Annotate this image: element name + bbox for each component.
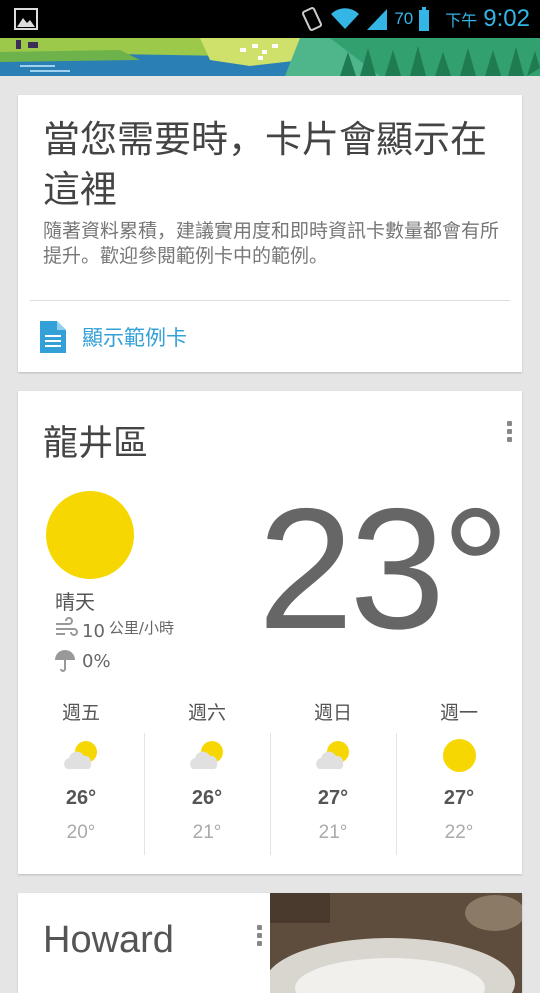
current-temperature: 23° (257, 473, 510, 665)
wind-info: 10 公里/小時 (54, 617, 174, 642)
overflow-dot (256, 933, 262, 938)
gallery-notification-icon (14, 8, 38, 30)
clock-ampm: 下午 (445, 13, 478, 30)
empty-card-title: 當您需要時，卡片會顯示在這裡 (43, 118, 487, 211)
wifi-icon (331, 8, 360, 30)
precipitation-chance: 0% (82, 650, 111, 672)
overflow-dot (506, 421, 512, 426)
precipitation-info: 0% (54, 649, 111, 673)
show-sample-cards-label: 顯示範例卡 (82, 326, 187, 350)
contact-name: Howard (43, 919, 174, 961)
wind-speed: 10 (82, 621, 105, 642)
forecast-low: 21° (192, 822, 222, 843)
forecast-day: 週六 26° 21° (144, 701, 270, 861)
forecast-row: 週五 26° 20° 週六 26° 21° 週日 27° 21° 週一 27° … (18, 701, 522, 861)
partly-cloudy-icon (64, 741, 97, 769)
forecast-low: 22° (444, 822, 474, 843)
battery-percent: 70 (394, 9, 414, 28)
overflow-dot (506, 437, 512, 442)
forecast-low: 21° (318, 822, 348, 843)
card-divider (30, 300, 510, 301)
status-bar: 70 下午 9:02 (0, 0, 540, 38)
partly-cloudy-icon (316, 741, 349, 769)
forecast-high: 27° (317, 787, 349, 809)
weather-location: 龍井區 (43, 424, 149, 464)
overflow-dot (256, 941, 262, 946)
overflow-dot (506, 429, 512, 434)
empty-state-card: 當您需要時，卡片會顯示在這裡 隨著資料累積，建議實用度和即時資訊卡數量都會有所提… (18, 95, 522, 372)
wind-unit: 公里/小時 (108, 619, 174, 637)
sunny-icon (442, 738, 476, 772)
clock-time: 9:02 (483, 5, 530, 32)
contact-card-menu-button[interactable] (254, 925, 264, 951)
contact-photo (270, 893, 522, 993)
partly-cloudy-icon (190, 741, 223, 769)
signal-icon (367, 9, 388, 30)
forecast-low: 20° (66, 822, 96, 843)
forecast-day: 週一 27° 22° (396, 701, 522, 861)
vibrate-icon (302, 7, 323, 31)
photo-image (270, 893, 522, 993)
forecast-high: 26° (191, 787, 223, 809)
weather-card[interactable]: 龍井區 晴天 10 公里/小時 0% 23° 週五 26° 20° 週六 26°… (18, 391, 522, 874)
forecast-day-name: 週五 (61, 702, 100, 724)
document-icon (40, 321, 66, 353)
overflow-dot (256, 925, 262, 930)
contact-card[interactable]: Howard (18, 893, 522, 993)
sunny-icon (46, 491, 134, 579)
empty-card-description: 隨著資料累積，建議實用度和即時資訊卡數量都會有所提升。歡迎參閱範例卡中的範例。 (43, 220, 500, 267)
forecast-day-name: 週六 (187, 702, 226, 724)
wind-icon (56, 617, 78, 636)
forecast-day-name: 週一 (439, 702, 478, 724)
weather-card-menu-button[interactable] (504, 421, 514, 447)
forecast-high: 27° (443, 787, 475, 809)
header-banner (0, 38, 540, 76)
forecast-day: 週五 26° 20° (18, 701, 144, 861)
forecast-high: 26° (65, 787, 97, 809)
show-sample-cards-button[interactable]: 顯示範例卡 (40, 317, 187, 357)
battery-icon (419, 7, 430, 31)
landscape-illustration (0, 38, 540, 76)
forecast-day-name: 週日 (313, 702, 352, 724)
umbrella-icon (55, 650, 75, 672)
forecast-day: 週日 27° 21° (270, 701, 396, 861)
weather-condition: 晴天 (55, 590, 95, 614)
